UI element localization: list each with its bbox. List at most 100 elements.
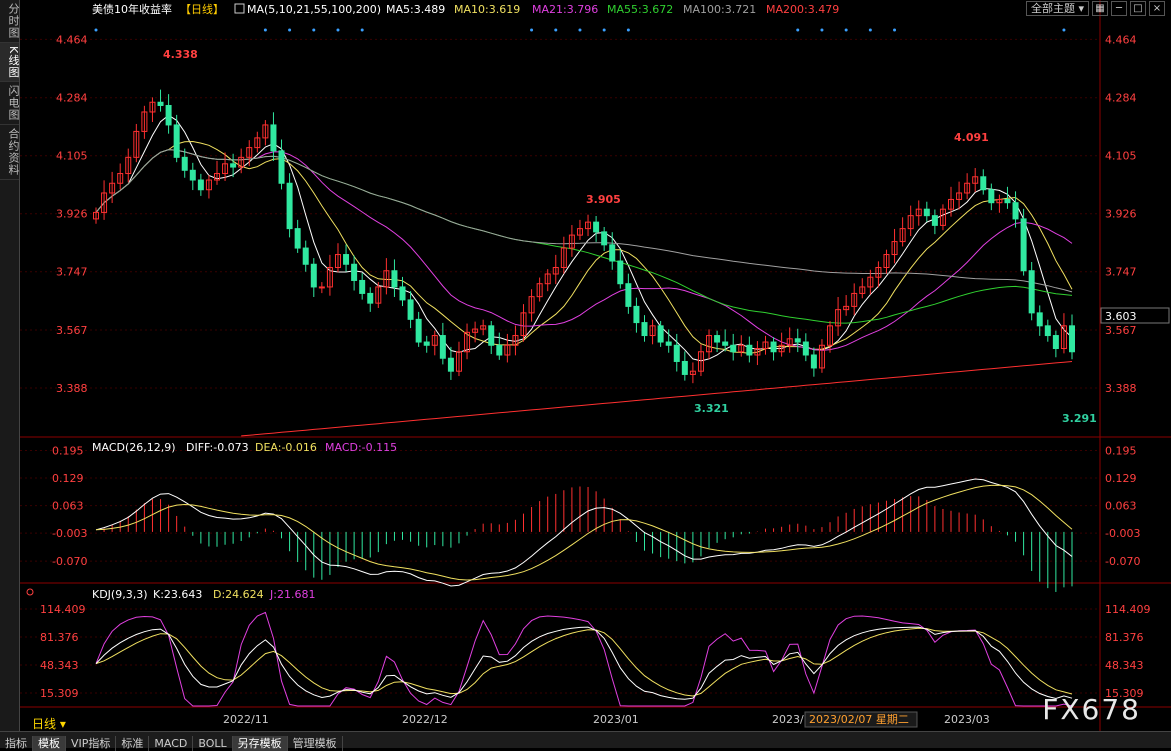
candle-body	[1036, 312, 1043, 327]
macd-tick-right: -0.070	[1105, 555, 1140, 568]
x-label-1: 2022/11	[223, 713, 269, 726]
candle-body	[810, 354, 817, 369]
candle-body	[278, 150, 285, 184]
kdj-axis: 114.409 114.409 81.376 81.376 48.343 48.343 15…	[40, 603, 1151, 700]
sidebar-tab-contract-info[interactable]: 合约资料	[0, 125, 20, 181]
signal-dot	[1062, 28, 1066, 32]
macd-diff-line	[95, 478, 1073, 587]
candle-body	[294, 228, 301, 249]
ma10-line	[95, 140, 1073, 354]
candle-body	[1044, 325, 1051, 337]
candle-body	[1069, 325, 1075, 353]
macd-tick-left: 0.129	[52, 472, 84, 485]
macd-tick-left: -0.070	[52, 555, 87, 568]
tab-save-template[interactable]: 另存模板	[232, 736, 288, 751]
close-icon[interactable]: ×	[1149, 1, 1165, 16]
candle-body	[931, 215, 938, 226]
ma21-value: MA21:3.796	[532, 3, 598, 16]
minimize-icon[interactable]: ─	[1111, 1, 1127, 16]
kline-chart[interactable]: 美债10年收益率 【日线】 MA(5,10,21,55,100,200) MA5…	[20, 0, 1171, 731]
macd-dea: DEA:-0.016	[255, 441, 317, 454]
price-tick-left: 3.567	[56, 324, 88, 337]
ma100-value: MA100:3.721	[683, 3, 756, 16]
ma100-line	[95, 149, 1073, 293]
candle-body	[746, 344, 753, 356]
grid-icon[interactable]: ▦	[1092, 1, 1108, 16]
signal-dot	[868, 28, 872, 32]
theme-dropdown[interactable]: 全部主题 ▾	[1025, 1, 1089, 16]
top-right-controls: 全部主题 ▾ ▦ ─ □ ×	[1025, 1, 1165, 16]
macd-diff: DIFF:-0.073	[186, 441, 249, 454]
tab-manage-templates[interactable]: 管理模板	[288, 736, 343, 751]
kdj-tick-right: 81.376	[1105, 631, 1144, 644]
kdj-k-line	[95, 626, 1073, 700]
candle-body	[189, 169, 196, 181]
period-tag: 【日线】	[180, 2, 224, 16]
price-tick-right: 4.284	[1105, 92, 1137, 105]
sidebar: 分时图 K线图 闪电图 合约资料	[0, 0, 20, 731]
tab-indicators[interactable]: 指标	[0, 736, 33, 751]
kdj-k: K:23.643	[153, 588, 202, 601]
candle-body	[681, 360, 688, 375]
price-tick-right: 3.747	[1105, 266, 1137, 279]
price-tick-left: 3.926	[56, 208, 88, 221]
signal-dot	[844, 28, 848, 32]
sidebar-tab-intraday[interactable]: 分时图	[0, 0, 20, 43]
signal-dot	[820, 28, 824, 32]
price-tick-left: 4.464	[56, 33, 88, 46]
chevron-down-icon: ▾	[1078, 2, 1084, 15]
period-button[interactable]: 日线 ▾	[20, 715, 78, 732]
macd-tick-right: 0.195	[1105, 444, 1137, 457]
candle-body	[641, 322, 648, 337]
tab-macd[interactable]: MACD	[149, 736, 194, 751]
candle-body	[617, 260, 624, 285]
candle-body	[673, 344, 680, 362]
candle-body	[343, 254, 350, 265]
kdj-tick-left: 48.343	[40, 659, 79, 672]
ma-settings-icon[interactable]	[234, 3, 245, 14]
sidebar-tab-kline[interactable]: K线图	[0, 43, 20, 83]
macd-lines	[95, 478, 1073, 587]
signal-dots	[94, 28, 1066, 32]
candle-body	[181, 156, 188, 171]
kdj-tick-right: 48.343	[1105, 659, 1144, 672]
x-label-5: 2023/03	[944, 713, 990, 726]
candle-body	[318, 286, 325, 289]
tab-vip-indicators[interactable]: VIP指标	[66, 736, 117, 751]
price-tick-left: 4.284	[56, 92, 88, 105]
theme-dropdown-label: 全部主题	[1030, 2, 1075, 15]
tab-boll[interactable]: BOLL	[193, 736, 233, 751]
candle-body	[391, 270, 398, 288]
candle-body	[714, 335, 721, 343]
sidebar-tab-flash[interactable]: 闪电图	[0, 82, 20, 126]
macd-tick-right: 0.129	[1105, 472, 1137, 485]
maximize-icon[interactable]: □	[1130, 1, 1146, 16]
price-tick-left: 3.388	[56, 382, 88, 395]
tab-standard[interactable]: 标准	[116, 736, 150, 751]
signal-dot	[554, 28, 558, 32]
kdj-settings-icon[interactable]	[26, 588, 34, 596]
candle-body	[407, 299, 414, 320]
price-tick-left: 4.105	[56, 150, 88, 163]
signal-dot	[312, 28, 316, 32]
ma10-value: MA10:3.619	[454, 3, 520, 16]
candle-body	[351, 263, 358, 281]
macd-tick-left: 0.063	[52, 500, 84, 513]
candle-body	[157, 101, 164, 106]
signal-dot	[94, 28, 98, 32]
tab-templates[interactable]: 模板	[33, 736, 66, 751]
signal-dot	[263, 28, 267, 32]
macd-label: MACD(26,12,9)	[92, 441, 176, 454]
candle-body	[980, 176, 987, 191]
candle-body	[447, 357, 454, 372]
x-label-4: 2023/​	[772, 713, 804, 726]
kdj-d: D:24.624	[213, 588, 264, 601]
signal-dot	[288, 28, 292, 32]
ma5-value: MA5:3.489	[386, 3, 445, 16]
candle-body	[310, 263, 317, 288]
price-tick-left: 3.747	[56, 266, 88, 279]
annotation-high-3: 4.091	[954, 131, 989, 144]
candle-body	[722, 341, 729, 346]
annotation-low-2: 3.291	[1062, 412, 1097, 425]
candle-body	[399, 286, 406, 301]
